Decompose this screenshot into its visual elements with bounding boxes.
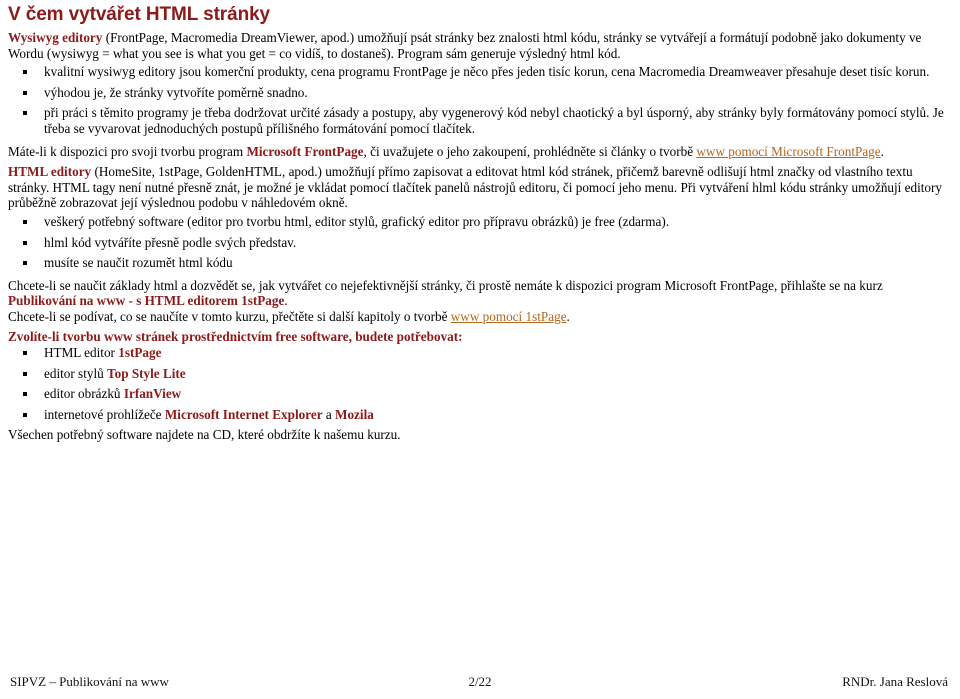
link-www-frontpage[interactable]: www pomocí Microsoft FrontPage [696, 144, 880, 159]
list-item: HTML editor 1stPage [8, 345, 952, 361]
footer-author-label: RNDr. Jana Reslová [842, 674, 948, 689]
list-item: výhodou je, že stránky vytvoříte poměrně… [8, 85, 952, 101]
list-item-prefix: editor obrázků [44, 386, 124, 402]
course-name-line: Publikování na www - s HTML editorem 1st… [8, 293, 952, 309]
free-software-closing: Všechen potřebný software najdete na CD,… [8, 427, 952, 443]
list-item: editor obrázků IrfanView [8, 386, 952, 402]
list-item-product-label: Microsoft Internet Explorer [164, 406, 323, 422]
html-editors-paragraph-text: (HomeSite, 1stPage, GoldenHTML, apod.) u… [8, 164, 942, 211]
list-item: editor stylů Top Style Lite [8, 366, 952, 382]
free-software-heading: Zvolíte-li tvorbu www stránek prostředni… [8, 329, 952, 345]
list-item: při práci s těmito programy je třeba dod… [8, 105, 952, 136]
list-item: musíte se naučit rozumět html kódu [8, 255, 952, 271]
free-software-list: HTML editor 1stPage editor stylů Top Sty… [8, 345, 952, 422]
html-editors-paragraph: HTML editory (HomeSite, 1stPage, GoldenH… [8, 164, 952, 211]
course-name-label: Publikování na www - s HTML editorem 1st… [8, 293, 285, 309]
slide-page: V čem vytvářet HTML stránky Wysiwyg edit… [0, 0, 960, 699]
list-item-label: při práci s těmito programy je třeba dod… [44, 105, 944, 136]
wysiwyg-paragraph-text: (FrontPage, Macromedia DreamViewer, apod… [8, 30, 922, 61]
html-editors-bullet-list: veškerý potřebný software (editor pro tv… [8, 214, 952, 271]
list-item-product-label-2: Mozila [335, 406, 374, 422]
course-paragraph-line3-before: Chcete-li se podívat, co se naučíte v to… [8, 308, 451, 324]
list-item: kvalitní wysiwyg editory jsou komerční p… [8, 64, 952, 80]
frontpage-paragraph-after: . [880, 143, 884, 159]
list-item-prefix: internetové prohlížeče [44, 406, 165, 422]
list-item-label: kvalitní wysiwyg editory jsou komerční p… [44, 64, 930, 80]
list-item-middle: a [322, 406, 336, 422]
wysiwyg-paragraph: Wysiwyg editory (FrontPage, Macromedia D… [8, 30, 952, 61]
list-item-prefix: editor stylů [44, 365, 108, 381]
frontpage-paragraph-before: Máte-li k dispozici pro svoji tvorbu pro… [8, 143, 247, 159]
course-paragraph-line3-after: . [566, 308, 570, 324]
page-title: V čem vytvářet HTML stránky [8, 4, 271, 25]
free-software-closing-label: Všechen potřebný software najdete na CD,… [8, 427, 401, 443]
list-item: internetové prohlížeče Microsoft Interne… [8, 407, 952, 423]
link-www-1stpage[interactable]: www pomocí 1stPage [451, 309, 567, 324]
course-name-suffix: . [284, 293, 288, 309]
frontpage-paragraph: Máte-li k dispozici pro svoji tvorbu pro… [8, 144, 952, 160]
course-paragraph-line3: Chcete-li se podívat, co se naučíte v to… [8, 309, 952, 325]
list-item: hlml kód vytváříte přesně podle svých př… [8, 235, 952, 251]
free-software-heading-label: Zvolíte-li tvorbu www stránek prostředni… [8, 328, 463, 344]
course-paragraph-line1: Chcete-li se naučit základy html a dozvě… [8, 278, 952, 294]
footer-page-number: 2/22 [468, 674, 492, 689]
list-item-product-label: IrfanView [123, 386, 182, 402]
slide-footer: SIPVZ – Publikování na www 2/22 RNDr. Ja… [0, 673, 960, 691]
list-item-label: veškerý potřebný software (editor pro tv… [44, 213, 670, 229]
wysiwyg-bullet-list: kvalitní wysiwyg editory jsou komerční p… [8, 64, 952, 136]
html-editors-lead-label: HTML editory [8, 164, 92, 180]
frontpage-paragraph-middle: , či uvažujete o jeho zakoupení, prohléd… [363, 143, 697, 159]
slide-body: Wysiwyg editory (FrontPage, Macromedia D… [8, 30, 952, 443]
list-item-label: výhodou je, že stránky vytvoříte poměrně… [44, 84, 308, 100]
list-item-label: musíte se naučit rozumět html kódu [44, 255, 233, 271]
list-item-product-label: Top Style Lite [107, 365, 186, 381]
list-item: veškerý potřebný software (editor pro tv… [8, 214, 952, 230]
wysiwyg-lead-label: Wysiwyg editory [8, 30, 103, 45]
course-paragraph-line1-label: Chcete-li se naučit základy html a dozvě… [8, 277, 883, 293]
frontpage-product-label: Microsoft FrontPage [246, 143, 364, 159]
list-item-prefix: HTML editor [44, 345, 119, 361]
list-item-product-label: 1stPage [118, 345, 162, 361]
list-item-label: hlml kód vytváříte přesně podle svých př… [44, 234, 297, 250]
